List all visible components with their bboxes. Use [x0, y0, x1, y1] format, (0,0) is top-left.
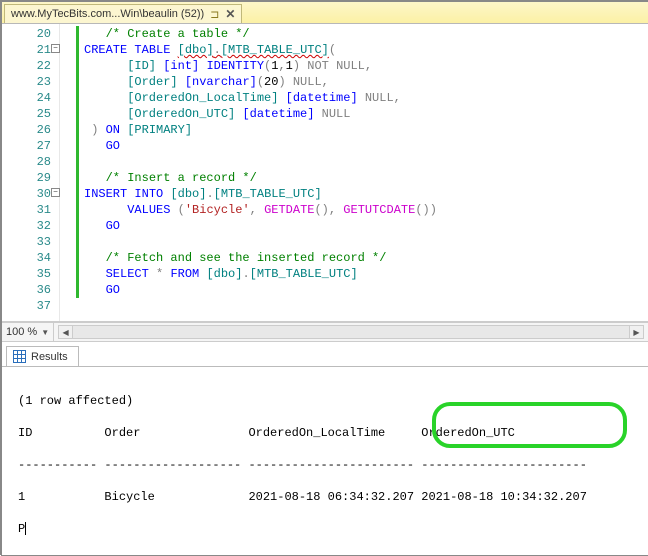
line-number: 22 — [2, 58, 51, 74]
line-number: 30− — [2, 186, 51, 202]
results-tab-strip: Results — [2, 342, 648, 366]
change-marker — [76, 202, 79, 218]
results-grid-icon — [13, 350, 26, 363]
code-line[interactable]: VALUES ('Bicycle', GETDATE(), GETUTCDATE… — [74, 202, 648, 218]
code-line[interactable]: /* Create a table */ — [74, 26, 648, 42]
line-number: 20 — [2, 26, 51, 42]
code-line[interactable]: [OrderedOn_LocalTime] [datetime] NULL, — [74, 90, 648, 106]
code-area[interactable]: /* Create a table */CREATE TABLE [dbo].[… — [60, 24, 648, 321]
line-number: 36 — [2, 282, 51, 298]
change-marker — [76, 218, 79, 234]
sql-editor[interactable]: 2021−222324252627282930−31323334353637 /… — [2, 24, 648, 322]
line-number: 32 — [2, 218, 51, 234]
result-header: ID Order OrderedOn_LocalTime OrderedOn_U… — [18, 425, 632, 441]
code-line[interactable]: /* Fetch and see the inserted record */ — [74, 250, 648, 266]
code-line[interactable]: /* Insert a record */ — [74, 170, 648, 186]
line-number: 37 — [2, 298, 51, 314]
tab-title: www.MyTecBits.com...Win\beaulin (52)) — [11, 8, 204, 20]
code-line[interactable]: SELECT * FROM [dbo].[MTB_TABLE_UTC] — [74, 266, 648, 282]
rows-affected: (1 row affected) — [18, 553, 632, 554]
line-number: 28 — [2, 154, 51, 170]
results-tab[interactable]: Results — [6, 346, 79, 367]
change-marker — [76, 74, 79, 90]
results-tab-label: Results — [31, 351, 68, 363]
change-marker — [76, 138, 79, 154]
chevron-down-icon: ▼ — [41, 328, 49, 337]
change-marker — [76, 90, 79, 106]
line-number: 26 — [2, 122, 51, 138]
scroll-left-icon[interactable]: ◀ — [59, 326, 73, 338]
change-marker — [76, 154, 79, 170]
rows-affected: (1 row affected) — [18, 393, 632, 409]
result-cursor-line: P — [18, 521, 632, 537]
text-cursor — [25, 522, 26, 535]
results-panel[interactable]: (1 row affected) ID Order OrderedOn_Loca… — [2, 366, 648, 554]
line-number: 27 — [2, 138, 51, 154]
editor-status-bar: 100 % ▼ ◀ ▶ — [2, 322, 648, 342]
change-marker — [76, 106, 79, 122]
change-marker — [76, 186, 79, 202]
change-marker — [76, 234, 79, 250]
change-marker — [76, 58, 79, 74]
document-tab[interactable]: www.MyTecBits.com...Win\beaulin (52)) ⊐ … — [4, 4, 242, 23]
result-row: 1 Bicycle 2021-08-18 06:34:32.207 2021-0… — [18, 489, 632, 505]
zoom-dropdown[interactable]: 100 % ▼ — [2, 323, 54, 341]
line-number: 33 — [2, 234, 51, 250]
code-line[interactable]: GO — [74, 138, 648, 154]
result-divider: ----------- ------------------- --------… — [18, 457, 632, 473]
code-line[interactable]: [Order] [nvarchar](20) NULL, — [74, 74, 648, 90]
document-tab-strip: www.MyTecBits.com...Win\beaulin (52)) ⊐ … — [2, 2, 648, 24]
change-marker — [76, 122, 79, 138]
change-marker — [76, 266, 79, 282]
code-line[interactable]: [ID] [int] IDENTITY(1,1) NOT NULL, — [74, 58, 648, 74]
change-marker — [76, 282, 79, 298]
code-line[interactable]: INSERT INTO [dbo].[MTB_TABLE_UTC] — [74, 186, 648, 202]
line-number: 35 — [2, 266, 51, 282]
change-marker — [76, 170, 79, 186]
scroll-right-icon[interactable]: ▶ — [629, 326, 643, 338]
zoom-value: 100 % — [6, 326, 37, 338]
close-icon[interactable]: ✕ — [225, 7, 235, 21]
fold-toggle-icon[interactable]: − — [51, 44, 60, 53]
code-line[interactable] — [74, 298, 648, 314]
code-line[interactable]: CREATE TABLE [dbo].[MTB_TABLE_UTC]( — [74, 42, 648, 58]
code-line[interactable]: GO — [74, 218, 648, 234]
change-marker — [76, 42, 79, 58]
line-number: 21− — [2, 42, 51, 58]
line-number: 23 — [2, 74, 51, 90]
code-line[interactable] — [74, 154, 648, 170]
line-number: 24 — [2, 90, 51, 106]
code-line[interactable]: GO — [74, 282, 648, 298]
code-line[interactable] — [74, 234, 648, 250]
horizontal-scrollbar[interactable]: ◀ ▶ — [58, 325, 644, 339]
line-number-gutter: 2021−222324252627282930−31323334353637 — [2, 24, 60, 321]
line-number: 25 — [2, 106, 51, 122]
line-number: 34 — [2, 250, 51, 266]
change-marker — [76, 250, 79, 266]
change-marker — [76, 26, 79, 42]
line-number: 29 — [2, 170, 51, 186]
code-line[interactable]: [OrderedOn_UTC] [datetime] NULL — [74, 106, 648, 122]
fold-toggle-icon[interactable]: − — [51, 188, 60, 197]
line-number: 31 — [2, 202, 51, 218]
pin-icon[interactable]: ⊐ — [210, 8, 219, 21]
code-line[interactable]: ) ON [PRIMARY] — [74, 122, 648, 138]
